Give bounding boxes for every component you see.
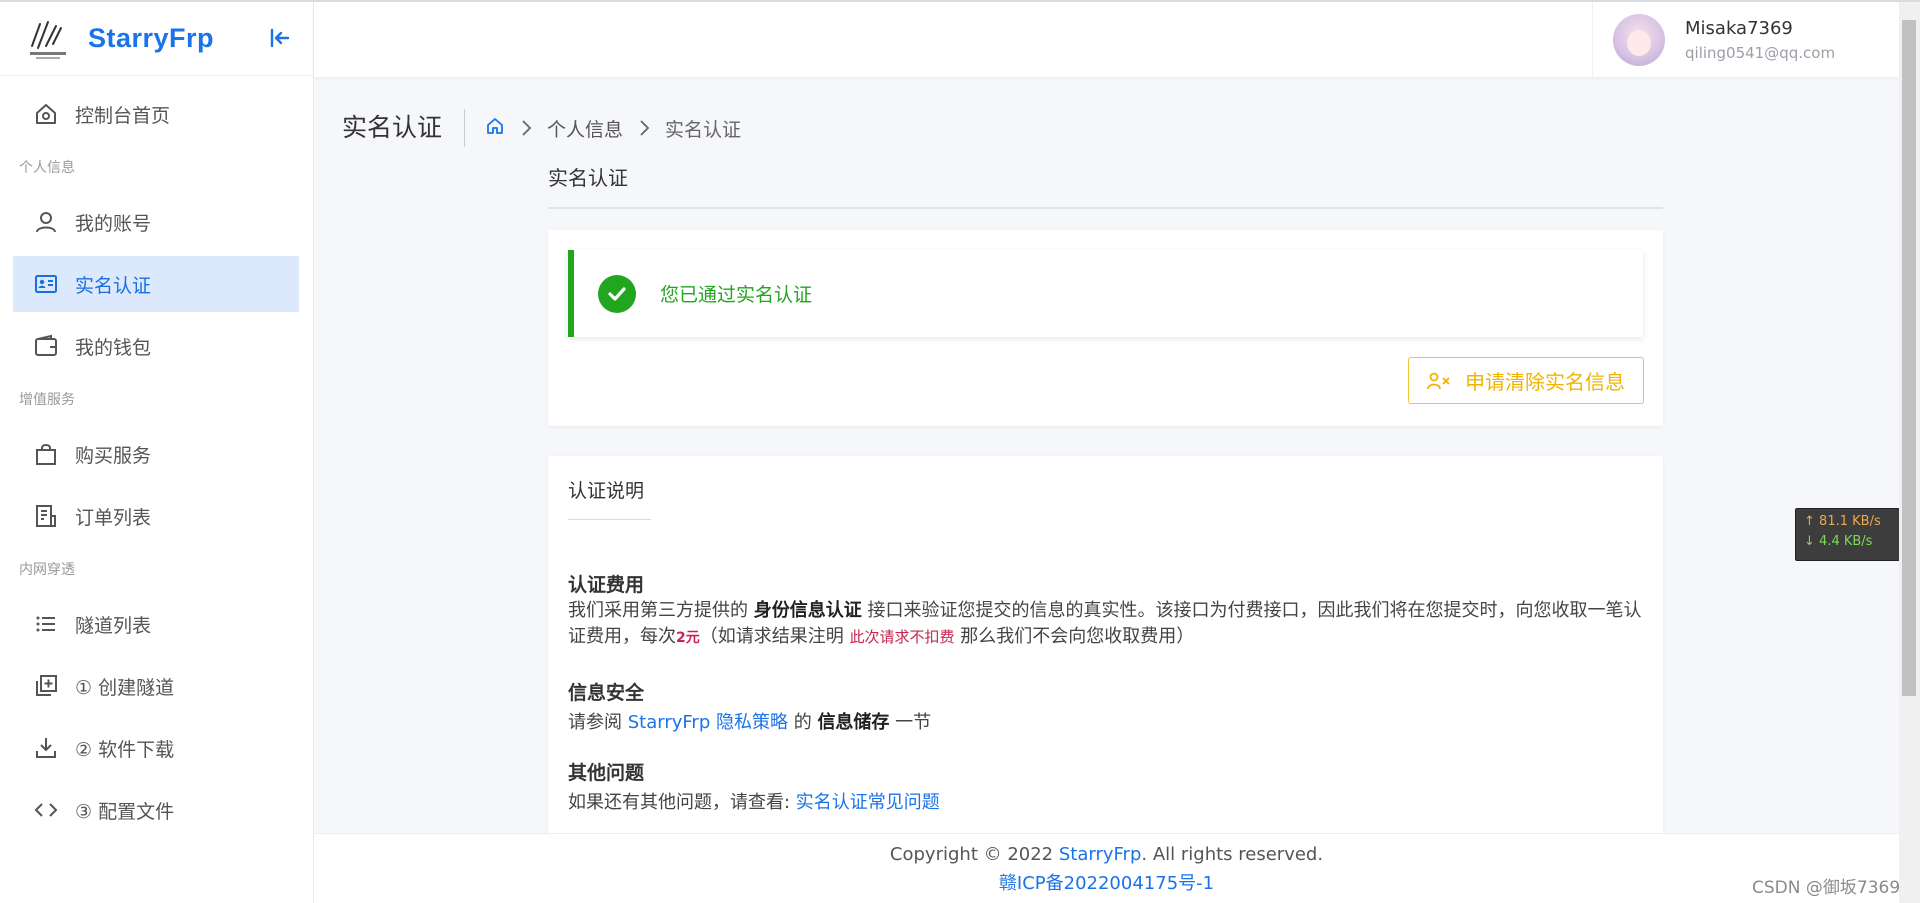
sidebar-item-label: ① 创建隧道 bbox=[75, 676, 175, 699]
download-icon bbox=[33, 735, 59, 761]
divider bbox=[568, 519, 651, 520]
sidebar-item-wallet[interactable]: 我的钱包 bbox=[13, 318, 299, 374]
sidebar-item-realname[interactable]: 实名认证 bbox=[13, 256, 299, 312]
chevron-right-icon bbox=[640, 120, 650, 136]
success-message: 您已通过实名认证 bbox=[660, 284, 813, 306]
sidebar-item-dashboard[interactable]: 控制台首页 bbox=[13, 86, 299, 142]
sidebar-item-download[interactable]: ② 软件下载 bbox=[13, 720, 299, 776]
upload-speed: ↑ 81.1 KB/s bbox=[1804, 514, 1899, 529]
top-header: Misaka7369 qiling0541@qq.com bbox=[314, 2, 1899, 77]
breadcrumb-current: 实名认证 bbox=[665, 118, 742, 141]
brand: StarryFrp bbox=[0, 2, 313, 76]
security-heading: 信息安全 bbox=[568, 682, 645, 704]
section-title: 实名认证 bbox=[548, 166, 628, 190]
security-bold: 信息储存 bbox=[817, 712, 890, 733]
user-remove-icon bbox=[1427, 371, 1451, 391]
check-circle-icon bbox=[598, 274, 636, 313]
verification-status-card: 您已通过实名认证 申请清除实名信息 bbox=[548, 230, 1663, 426]
scrollbar-thumb[interactable] bbox=[1902, 20, 1916, 696]
security-description: 请参阅 StarryFrp 隐私策略 的 信息储存 一节 bbox=[568, 710, 1643, 736]
sidebar-item-label: 我的钱包 bbox=[75, 336, 152, 359]
other-description: 如果还有其他问题，请查看: 实名认证常见问题 bbox=[568, 790, 1643, 816]
code-icon bbox=[33, 797, 59, 823]
brand-name: StarryFrp bbox=[88, 23, 215, 53]
sidebar: StarryFrp 控制台首页 个人信息 我的账号 实名认证 我的钱包 增值服务… bbox=[0, 2, 314, 903]
privacy-policy-link[interactable]: StarryFrp 隐私策略 bbox=[628, 712, 788, 733]
sidebar-item-buy[interactable]: 购买服务 bbox=[13, 426, 299, 482]
sidebar-item-config[interactable]: ③ 配置文件 bbox=[13, 782, 299, 838]
id-card-icon bbox=[33, 271, 59, 297]
sidebar-nav: 控制台首页 个人信息 我的账号 实名认证 我的钱包 增值服务 购买服务 订单列表… bbox=[0, 76, 313, 838]
fee-heading: 认证费用 bbox=[568, 574, 645, 596]
sidebar-section-title: 增值服务 bbox=[19, 392, 75, 408]
user-icon bbox=[33, 209, 59, 235]
sidebar-section-title: 内网穿透 bbox=[19, 562, 75, 578]
user-menu[interactable]: Misaka7369 qiling0541@qq.com bbox=[1592, 2, 1899, 77]
avatar[interactable] bbox=[1613, 13, 1665, 66]
order-list-icon bbox=[33, 503, 59, 529]
sidebar-item-create-tunnel[interactable]: ① 创建隧道 bbox=[13, 658, 299, 714]
faq-link[interactable]: 实名认证常见问题 bbox=[796, 792, 940, 813]
arrow-up-icon: ↑ bbox=[1804, 514, 1815, 529]
shopping-bag-icon bbox=[33, 441, 59, 467]
network-speed-widget: ↑ 81.1 KB/s ↓ 4.4 KB/s bbox=[1795, 508, 1900, 561]
user-email: qiling0541@qq.com bbox=[1685, 43, 1836, 62]
sidebar-item-label: ③ 配置文件 bbox=[75, 800, 175, 823]
sidebar-item-label: 我的账号 bbox=[75, 212, 152, 235]
brand-link[interactable]: StarryFrp bbox=[1059, 844, 1142, 865]
fee-bold: 身份信息认证 bbox=[753, 600, 862, 621]
other-text: 如果还有其他问题，请查看: bbox=[568, 792, 796, 813]
sidebar-item-account[interactable]: 我的账号 bbox=[13, 194, 299, 250]
footer: Copyright © 2022 StarryFrp. All rights r… bbox=[314, 833, 1899, 903]
sidebar-item-label: 订单列表 bbox=[75, 506, 152, 529]
security-text: 一节 bbox=[889, 712, 932, 733]
chevron-right-icon bbox=[522, 120, 532, 136]
button-label: 申请清除实名信息 bbox=[1465, 370, 1625, 394]
security-text: 请参阅 bbox=[568, 712, 628, 733]
list-icon bbox=[33, 611, 59, 637]
upload-speed-value: 81.1 KB/s bbox=[1819, 514, 1881, 529]
divider bbox=[548, 207, 1663, 209]
breadcrumb-home-icon[interactable] bbox=[485, 116, 505, 141]
sidebar-item-label: 隧道列表 bbox=[75, 614, 152, 637]
breadcrumb-item[interactable]: 个人信息 bbox=[547, 115, 623, 142]
sidebar-item-label: 购买服务 bbox=[75, 444, 152, 467]
watermark: CSDN @御坂7369号 bbox=[1752, 878, 1918, 898]
fee-description: 我们采用第三方提供的 身份信息认证 接口来验证您提交的信息的真实性。该接口为付费… bbox=[568, 598, 1643, 651]
success-alert: 您已通过实名认证 bbox=[568, 250, 1643, 337]
copyright-text: . All rights reserved. bbox=[1141, 844, 1324, 865]
home-icon bbox=[33, 101, 59, 127]
sidebar-item-orders[interactable]: 订单列表 bbox=[13, 488, 299, 544]
arrow-down-icon: ↓ bbox=[1804, 534, 1815, 549]
fee-text: 我们采用第三方提供的 bbox=[568, 600, 754, 621]
copyright-text: Copyright © 2022 bbox=[889, 844, 1059, 865]
card-title: 认证说明 bbox=[568, 480, 645, 502]
page-title: 实名认证 bbox=[342, 109, 466, 147]
wallet-icon bbox=[33, 333, 59, 359]
add-box-icon bbox=[33, 673, 59, 699]
copyright: Copyright © 2022 StarryFrp. All rights r… bbox=[314, 844, 1899, 865]
collapse-sidebar-icon[interactable] bbox=[266, 24, 294, 52]
security-text: 的 bbox=[787, 712, 818, 733]
fee-price: 2元 bbox=[676, 630, 700, 646]
icp-link[interactable]: 赣ICP备2022004175号-1 bbox=[314, 869, 1899, 895]
sidebar-item-label: ② 软件下载 bbox=[75, 738, 175, 761]
sidebar-section-title: 个人信息 bbox=[19, 160, 75, 176]
no-charge-note: 此次请求不扣费 bbox=[849, 628, 955, 646]
sidebar-item-tunnels[interactable]: 隧道列表 bbox=[13, 596, 299, 652]
fee-text: （如请求结果注明 bbox=[699, 626, 850, 647]
breadcrumb: 个人信息 实名认证 bbox=[485, 115, 741, 142]
other-heading: 其他问题 bbox=[568, 762, 645, 784]
download-speed-value: 4.4 KB/s bbox=[1819, 534, 1873, 549]
brand-logo bbox=[26, 16, 70, 62]
verification-info-card: 认证说明 认证费用 我们采用第三方提供的 身份信息认证 接口来验证您提交的信息的… bbox=[548, 456, 1663, 856]
sidebar-item-label: 控制台首页 bbox=[75, 104, 171, 127]
request-clear-realname-button[interactable]: 申请清除实名信息 bbox=[1408, 357, 1644, 404]
page-scrollbar[interactable] bbox=[1899, 2, 1920, 903]
page-header: 实名认证 个人信息 实名认证 bbox=[342, 108, 741, 148]
user-name: Misaka7369 bbox=[1685, 17, 1793, 39]
fee-text: 那么我们不会向您收取费用） bbox=[954, 626, 1195, 647]
download-speed: ↓ 4.4 KB/s bbox=[1804, 534, 1899, 549]
sidebar-item-label: 实名认证 bbox=[75, 274, 152, 297]
